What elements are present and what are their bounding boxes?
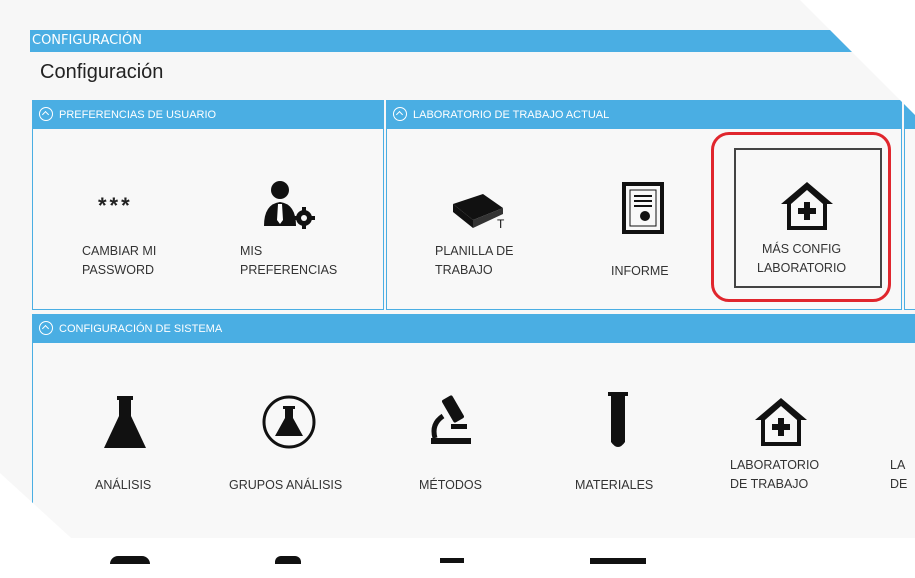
collapse-icon[interactable] [39,321,53,335]
tile-label: LABORATORIO DE TRABAJO [730,458,820,491]
tile-report[interactable]: INFORME [600,180,700,290]
panel-header-user-preferences[interactable]: PREFERENCIAS DE USUARIO [33,101,383,129]
app-title: CONFIGURACIÓN [32,33,142,48]
collapse-icon[interactable] [393,107,407,121]
panel-edge [904,100,915,310]
collapse-icon[interactable] [39,107,53,121]
test-tube-icon [608,392,628,447]
torn-edge-corner [0,473,115,578]
tile-working-lab[interactable]: LABORATORIO DE TRABAJO [725,390,835,500]
partial-row-icons [100,556,660,566]
tile-label: PLANILLA DE TRABAJO [435,244,514,277]
app-title-bar: CONFIGURACIÓN [30,30,915,52]
tile-label: LA DE [890,458,908,491]
asterisks-icon: *** [98,193,133,218]
tile-label: INFORME [611,264,669,278]
page-title: Configuración [40,61,164,83]
tile-my-preferences[interactable]: MIS PREFERENCIAS [230,180,360,290]
book-icon: T [453,194,505,230]
house-plus-icon [755,398,807,446]
svg-text:T: T [497,217,505,230]
house-plus-icon [781,182,833,230]
tile-analysis-groups[interactable]: GRUPOS ANÁLISIS [225,390,365,500]
tile-label: MATERIALES [575,478,654,492]
panel-title: CONFIGURACIÓN DE SISTEMA [59,323,223,335]
tile-label: CAMBIAR MI PASSWORD [82,244,157,277]
panel-title: PREFERENCIAS DE USUARIO [59,109,217,121]
tile-partial[interactable]: LA DE [885,390,915,500]
tile-more-lab-config[interactable]: MÁS CONFIG LABORATORIO [745,180,870,290]
tile-label: MÁS CONFIG LABORATORIO [757,242,847,275]
tile-worksheet[interactable]: T PLANILLA DE TRABAJO [425,180,555,290]
flask-icon [104,396,146,448]
certificate-icon [622,182,664,234]
tile-methods[interactable]: MÉTODOS [415,390,505,500]
tile-change-password[interactable]: *** CAMBIAR MI PASSWORD [70,180,190,290]
app-window: CONFIGURACIÓN Configuración PREFERENCIAS… [0,0,915,578]
tile-label: MIS PREFERENCIAS [240,244,338,277]
flask-circle-icon [262,395,316,449]
panel-title: LABORATORIO DE TRABAJO ACTUAL [413,109,610,121]
torn-edge-corner [800,0,915,115]
microscope-icon [431,395,471,444]
user-settings-icon [264,181,315,229]
tile-label: GRUPOS ANÁLISIS [229,478,343,492]
tile-label: MÉTODOS [419,478,482,492]
panel-header-system-config[interactable]: CONFIGURACIÓN DE SISTEMA [33,315,915,343]
tile-materials[interactable]: MATERIALES [570,390,670,500]
